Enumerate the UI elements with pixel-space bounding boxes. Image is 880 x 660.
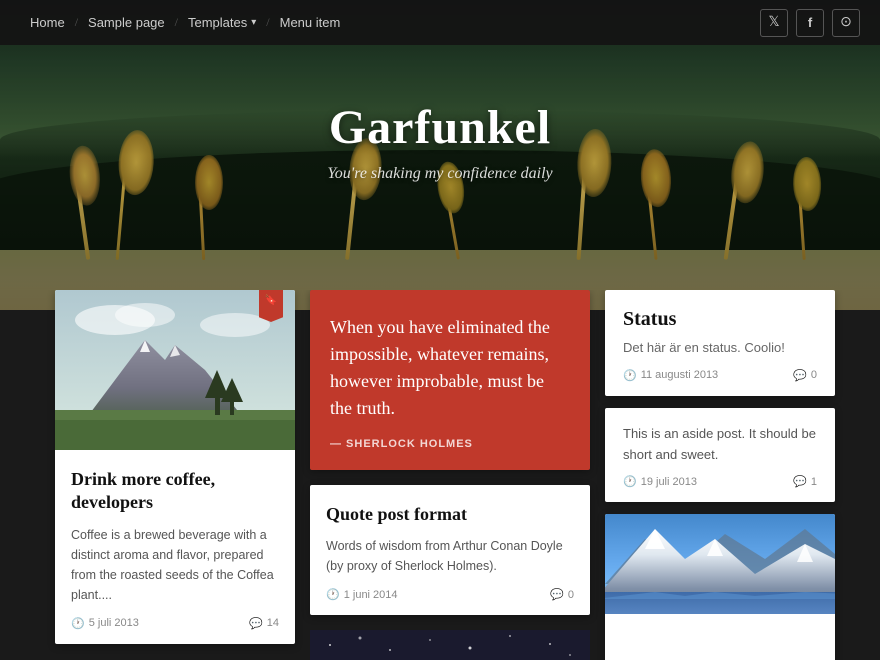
card-article-content: Drink more coffee, developers Coffee is …: [55, 450, 295, 644]
clock-icon-3: 🕐: [623, 369, 637, 382]
card-quote-post-comment-count: 0: [568, 589, 574, 601]
card-aside-meta: 🕐 19 juli 2013 💬 1: [623, 475, 817, 488]
card-status-date-text: 11 augusti 2013: [641, 369, 718, 381]
card-status-comments: 💬 0: [793, 369, 817, 382]
card-article-date: 🕐 5 juli 2013: [71, 617, 139, 630]
nav-templates-dropdown[interactable]: Templates ▾: [178, 15, 266, 30]
card-quote-post-date: 🕐 1 juni 2014: [326, 588, 398, 601]
card-article-comment-count: 14: [267, 617, 279, 629]
card-quote-post-content: Quote post format Words of wisdom from A…: [310, 485, 590, 615]
comment-icon-4: 💬: [793, 475, 807, 488]
col-left: 🔖 Drink more coffee, developers Coffee i…: [55, 290, 295, 644]
card-article: 🔖 Drink more coffee, developers Coffee i…: [55, 290, 295, 644]
col-middle: When you have eliminated the impossible,…: [310, 290, 590, 660]
dropdown-arrow-icon: ▾: [251, 17, 256, 28]
clock-icon: 🕐: [71, 617, 85, 630]
hero-subtitle: You're shaking my confidence daily: [0, 165, 880, 183]
card-status-meta: 🕐 11 augusti 2013 💬 0: [623, 369, 817, 382]
card-quote-post-date-text: 1 juni 2014: [344, 589, 398, 601]
hero-title: Garfunkel: [0, 100, 880, 155]
clock-icon-2: 🕐: [326, 588, 340, 601]
card-aside-date-text: 19 juli 2013: [641, 476, 697, 488]
card-aside-comments: 💬 1: [793, 475, 817, 488]
nav-menu-item[interactable]: Menu item: [270, 15, 351, 30]
nav-home[interactable]: Home: [20, 15, 75, 30]
card-article-comments: 💬 14: [249, 617, 279, 630]
twitter-icon[interactable]: 𝕏: [760, 9, 788, 37]
facebook-icon[interactable]: f: [796, 9, 824, 37]
card-quote-post: Quote post format Words of wisdom from A…: [310, 485, 590, 615]
navbar: Home / Sample page / Templates ▾ / Menu …: [0, 0, 880, 45]
card-status-date: 🕐 11 augusti 2013: [623, 369, 718, 382]
card-article-date-text: 5 juli 2013: [89, 617, 139, 629]
card-article-text: Coffee is a brewed beverage with a disti…: [71, 525, 279, 605]
card-aside-date: 🕐 19 juli 2013: [623, 475, 697, 488]
card-quote-post-meta: 🕐 1 juni 2014 💬 0: [326, 588, 574, 601]
comment-icon-2: 💬: [550, 588, 564, 601]
hero-text: Garfunkel You're shaking my confidence d…: [0, 100, 880, 183]
card-status: Status Det här är en status. Coolio! 🕐 1…: [605, 290, 835, 396]
nav-links: Home / Sample page / Templates ▾ / Menu …: [20, 15, 760, 30]
instagram-icon[interactable]: ⊙: [832, 9, 860, 37]
comment-icon: 💬: [249, 617, 263, 630]
hero-section: Garfunkel You're shaking my confidence d…: [0, 0, 880, 310]
card-image-container: 🔖: [55, 290, 295, 450]
quote-text: When you have eliminated the impossible,…: [330, 314, 570, 422]
card-quote-post-title: Quote post format: [326, 503, 574, 526]
card-article-title: Drink more coffee, developers: [71, 468, 279, 515]
card-aside-text: This is an aside post. It should be shor…: [623, 424, 817, 466]
clock-icon-4: 🕐: [623, 475, 637, 488]
card-aside-comment-count: 1: [811, 476, 817, 488]
mountain-image-container: [605, 514, 835, 660]
card-quote-post-text: Words of wisdom from Arthur Conan Doyle …: [326, 536, 574, 576]
card-status-title: Status: [623, 306, 817, 332]
comment-icon-3: 💬: [793, 369, 807, 382]
bookmark-icon: 🔖: [259, 290, 283, 322]
nav-templates-label: Templates: [188, 15, 247, 30]
dark-preview: [310, 630, 590, 660]
card-status-comment-count: 0: [811, 369, 817, 381]
card-mountain-image: [605, 514, 835, 660]
card-article-meta: 🕐 5 juli 2013 💬 14: [71, 617, 279, 630]
social-icons: 𝕏 f ⊙: [760, 9, 860, 37]
card-quote-post-comments: 💬 0: [550, 588, 574, 601]
nav-sample-page[interactable]: Sample page: [78, 15, 175, 30]
col-right: Status Det här är en status. Coolio! 🕐 1…: [605, 290, 835, 660]
cards-area: 🔖 Drink more coffee, developers Coffee i…: [0, 290, 880, 660]
card-aside: This is an aside post. It should be shor…: [605, 408, 835, 503]
quote-author: — SHERLOCK HOLMES: [330, 438, 570, 450]
card-quote-block: When you have eliminated the impossible,…: [310, 290, 590, 470]
card-status-text: Det här är en status. Coolio!: [623, 338, 817, 359]
